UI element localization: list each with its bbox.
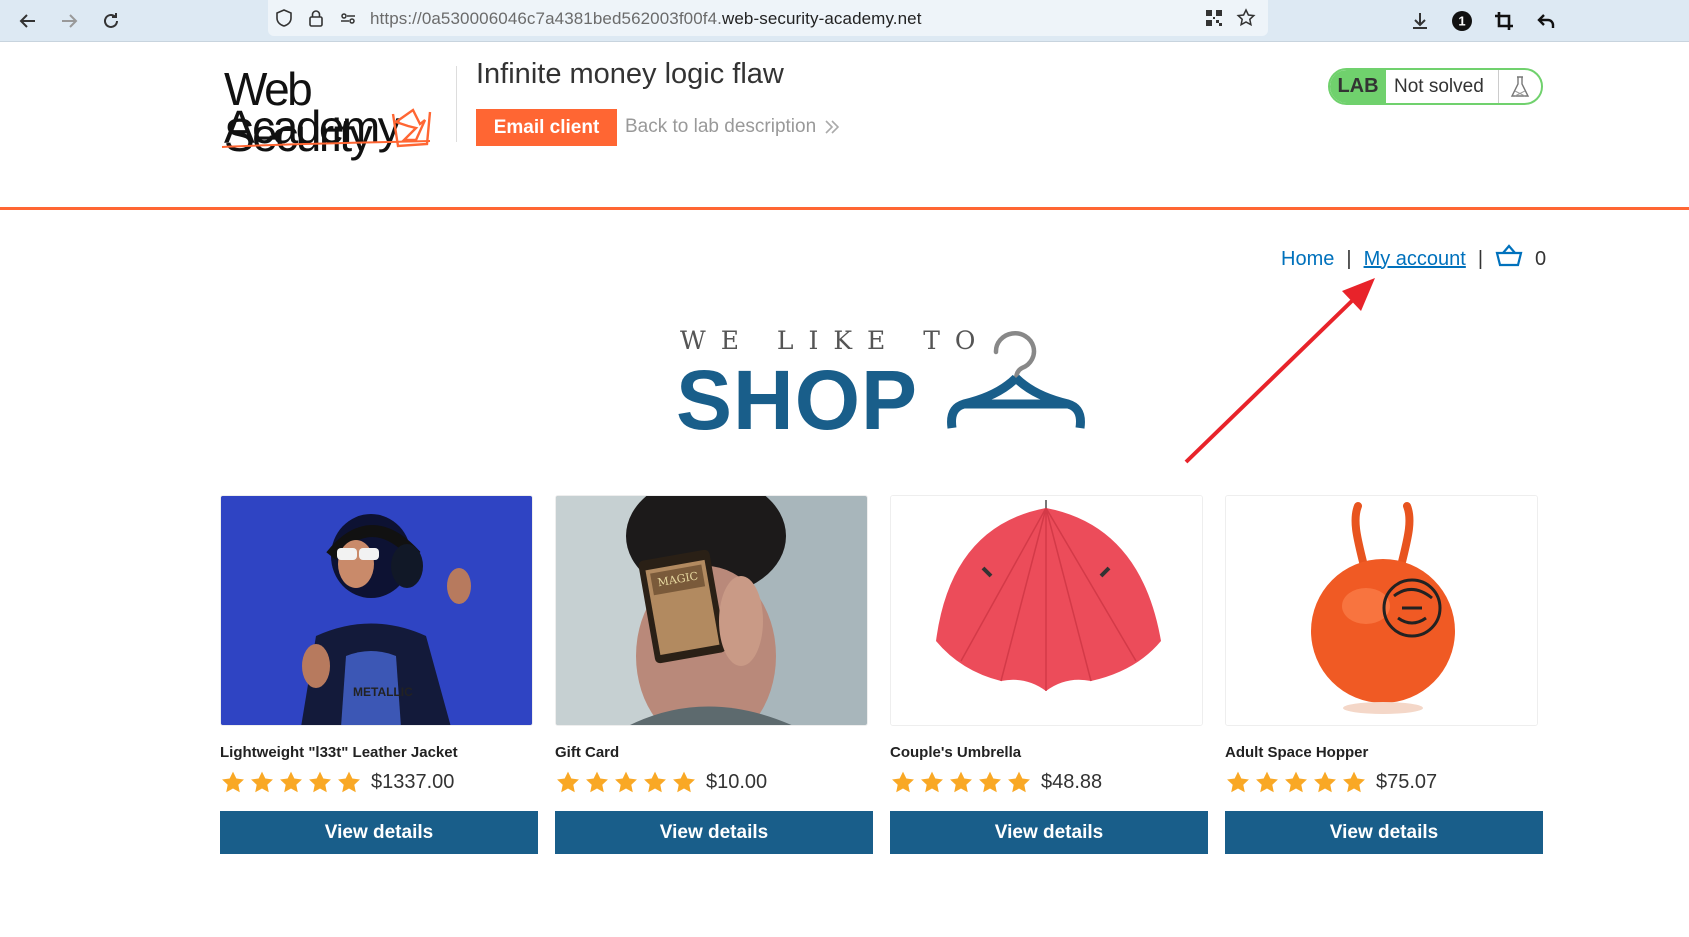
lock-icon[interactable] [306, 8, 326, 28]
star-icon [1343, 771, 1365, 792]
back-link-label: Back to lab description [625, 116, 817, 137]
svg-text:METALLIC: METALLIC [353, 685, 413, 699]
product-name: Lightweight "l33t" Leather Jacket [220, 744, 458, 761]
product-price: $75.07 [1376, 770, 1438, 793]
product-image-gift-card[interactable]: MAGIC [555, 495, 868, 726]
product-price: $48.88 [1041, 770, 1103, 793]
product-card: Adult Space Hopper $75.07 View details [1225, 495, 1543, 854]
star-icon [979, 771, 1001, 792]
product-image-umbrella[interactable] [890, 495, 1203, 726]
view-details-button[interactable]: View details [890, 811, 1208, 854]
cart-icon[interactable] [1495, 244, 1523, 274]
url-prefix: https://0a530006046c7a4381bed562003f00f4… [370, 9, 722, 28]
star-icon [222, 771, 244, 792]
product-price: $10.00 [706, 770, 768, 793]
product-name: Couple's Umbrella [890, 744, 1022, 761]
product-rating: $10.00 [555, 769, 873, 795]
browser-toolbar: https://0a530006046c7a4381bed562003f00f4… [0, 0, 1689, 42]
site-permissions-icon[interactable] [338, 8, 358, 28]
star-icon [251, 771, 273, 792]
header-orange-rule [0, 207, 1689, 210]
star-icon [1314, 771, 1336, 792]
logo-lightning-icon [221, 108, 432, 148]
reload-icon[interactable] [96, 6, 126, 36]
flask-icon [1499, 70, 1541, 103]
my-account-link[interactable]: My account [1364, 248, 1466, 271]
extension-badge-count: 1 [1458, 14, 1465, 29]
url-text[interactable]: https://0a530006046c7a4381bed562003f00f4… [370, 9, 922, 29]
shop-top-nav: Home | My account | 0 [1281, 244, 1546, 274]
email-client-button[interactable]: Email client [476, 109, 617, 146]
lab-status-widget: LAB Not solved [1328, 68, 1543, 105]
lab-title: Infinite money logic flaw [476, 58, 784, 90]
nav-separator: | [1346, 247, 1352, 270]
double-chevron-right-icon [825, 120, 840, 134]
forward-arrow-icon[interactable] [54, 6, 84, 36]
shield-icon[interactable] [274, 8, 294, 28]
header-divider [456, 66, 457, 142]
undo-arrow-icon[interactable] [1531, 6, 1561, 36]
lab-status-text: Not solved [1386, 70, 1499, 103]
star-icon [950, 771, 972, 792]
extension-badge-icon[interactable]: 1 [1447, 6, 1477, 36]
download-icon[interactable] [1405, 6, 1435, 36]
product-rating: $1337.00 [220, 769, 538, 795]
product-price: $1337.00 [371, 770, 455, 793]
product-card: Couple's Umbrella $48.88 View details [890, 495, 1208, 854]
star-icon [615, 771, 637, 792]
star-icon [644, 771, 666, 792]
star-icon [280, 771, 302, 792]
star-icon [1285, 771, 1307, 792]
lab-status-tag: LAB [1330, 70, 1386, 103]
back-arrow-icon[interactable] [13, 6, 43, 36]
cart-count: 0 [1535, 247, 1547, 270]
product-rating: $75.07 [1225, 769, 1543, 795]
hero-tagline: WE LIKE TO [680, 326, 991, 355]
product-image-space-hopper[interactable] [1225, 495, 1538, 726]
product-card: MAGIC Gift Card $10.00 View details [555, 495, 873, 854]
view-details-button[interactable]: View details [555, 811, 873, 854]
star-icon [338, 771, 360, 792]
bookmark-star-icon[interactable] [1236, 8, 1256, 28]
back-to-lab-description-link[interactable]: Back to lab description [625, 116, 840, 138]
product-image-leather-jacket[interactable]: METALLIC [220, 495, 533, 726]
star-icon [309, 771, 331, 792]
star-icon [557, 771, 579, 792]
product-card: METALLIC Lightweight "l33t" Leather Jack… [220, 495, 538, 854]
star-icon [673, 771, 695, 792]
hero-title: SHOP [676, 353, 919, 447]
star-icon [892, 771, 914, 792]
star-icon [1227, 771, 1249, 792]
view-details-button[interactable]: View details [220, 811, 538, 854]
product-name: Adult Space Hopper [1225, 744, 1369, 761]
crop-tool-icon[interactable] [1489, 6, 1519, 36]
home-link[interactable]: Home [1281, 248, 1334, 271]
qr-code-icon[interactable] [1204, 8, 1224, 28]
star-icon [921, 771, 943, 792]
view-details-button[interactable]: View details [1225, 811, 1543, 854]
star-icon [1256, 771, 1278, 792]
web-security-academy-logo[interactable]: Web Security Academy [220, 62, 460, 158]
product-name: Gift Card [555, 744, 620, 761]
product-rating: $48.88 [890, 769, 1208, 795]
star-icon [1008, 771, 1030, 792]
star-icon [586, 771, 608, 792]
url-domain: web-security-academy.net [721, 9, 922, 28]
clothes-hanger-icon [947, 331, 1085, 429]
nav-separator: | [1477, 247, 1484, 270]
